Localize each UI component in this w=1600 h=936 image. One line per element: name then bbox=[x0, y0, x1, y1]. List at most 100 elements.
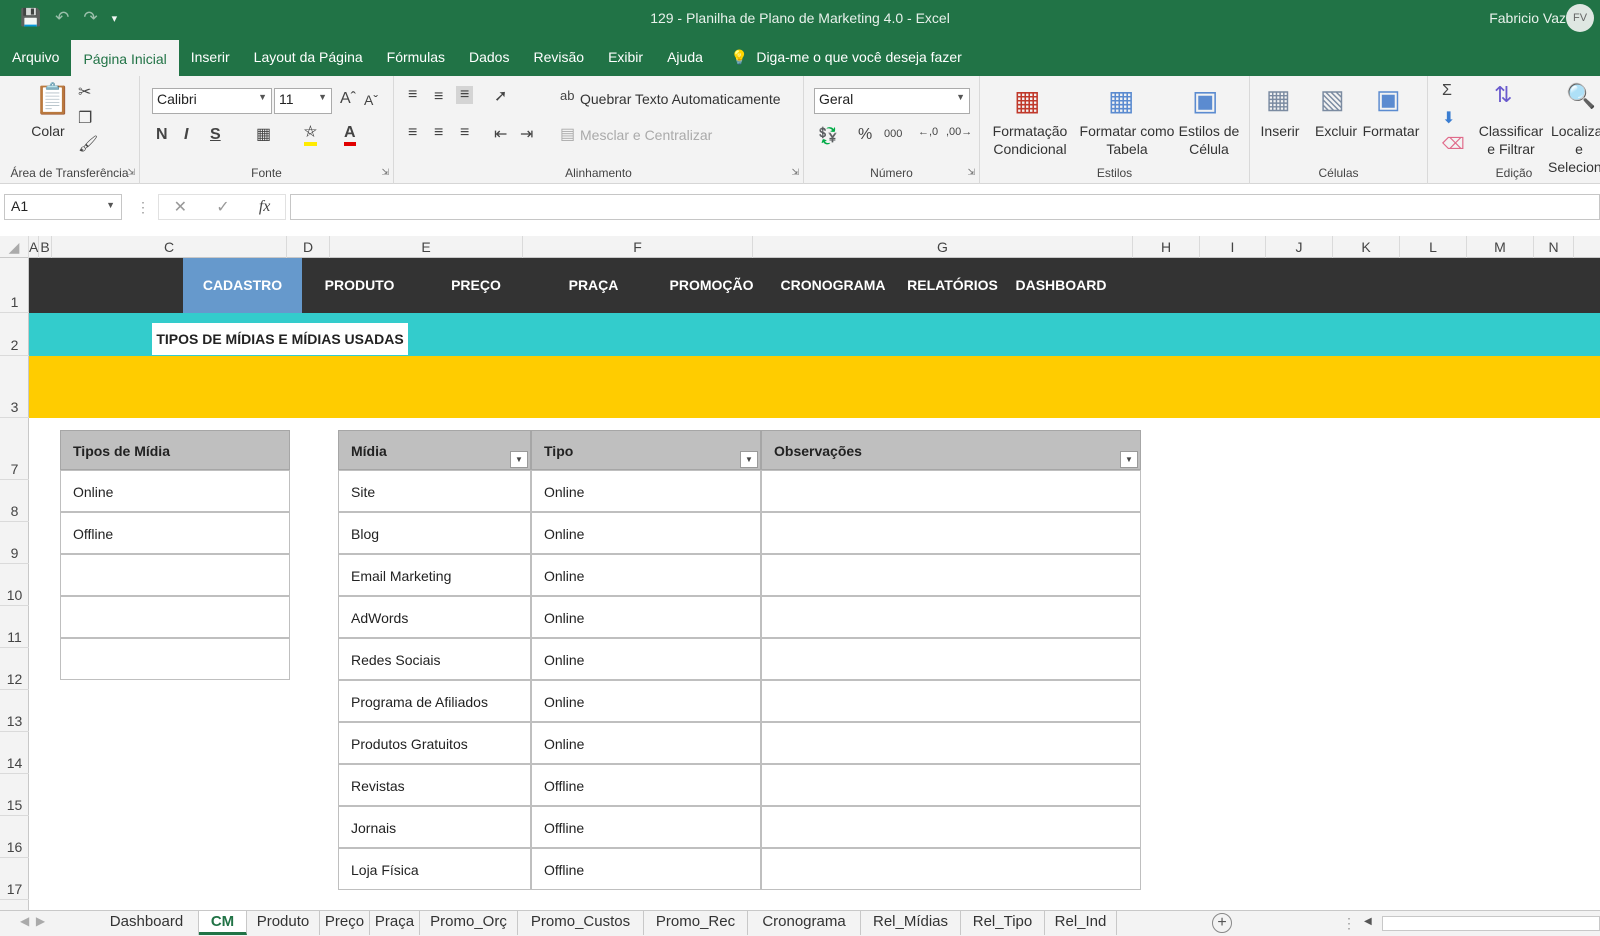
table-cell[interactable] bbox=[60, 638, 290, 680]
fill-icon[interactable]: ⬇ bbox=[1442, 108, 1455, 128]
ribbon-tab[interactable]: Layout da Página bbox=[242, 38, 375, 76]
sheet-tab[interactable]: CM bbox=[199, 911, 247, 935]
sheet-tab[interactable]: Rel_Mídias bbox=[861, 911, 961, 935]
column-header[interactable]: A bbox=[29, 236, 39, 258]
add-sheet-icon[interactable]: + bbox=[1212, 913, 1232, 933]
delete-cells-icon[interactable]: ▧ bbox=[1320, 84, 1345, 115]
find-select-icon[interactable]: 🔍 bbox=[1566, 82, 1596, 111]
ribbon-tab[interactable]: Inserir bbox=[179, 38, 242, 76]
row-header[interactable]: 13 bbox=[0, 690, 29, 732]
enter-icon[interactable]: ✓ bbox=[216, 197, 229, 217]
row-header[interactable]: 10 bbox=[0, 564, 29, 606]
filter-dropdown-icon[interactable]: ▼ bbox=[740, 451, 758, 468]
column-header[interactable]: L bbox=[1400, 236, 1467, 258]
column-header[interactable]: H bbox=[1133, 236, 1200, 258]
nav-item[interactable]: DASHBOARD bbox=[1010, 258, 1112, 313]
table-cell[interactable] bbox=[761, 806, 1141, 848]
table-cell[interactable]: Site bbox=[338, 470, 531, 512]
column-header[interactable]: I bbox=[1200, 236, 1266, 258]
ribbon-tab[interactable]: Exibir bbox=[596, 38, 655, 76]
table-cell[interactable]: Email Marketing bbox=[338, 554, 531, 596]
table-cell[interactable] bbox=[761, 722, 1141, 764]
wrap-text-button[interactable]: Quebrar Texto Automaticamente bbox=[580, 90, 781, 108]
column-header[interactable]: F bbox=[523, 236, 753, 258]
table-cell[interactable]: Online bbox=[531, 638, 761, 680]
increase-decimal-icon[interactable]: ←,0 bbox=[918, 126, 938, 138]
table-cell[interactable]: Online bbox=[531, 512, 761, 554]
nav-item[interactable]: PROMOÇÃO bbox=[652, 258, 771, 313]
table-cell[interactable] bbox=[761, 512, 1141, 554]
underline-button[interactable]: S bbox=[210, 126, 221, 144]
autosum-icon[interactable]: Σ bbox=[1442, 82, 1452, 100]
dialog-launcher-icon[interactable]: ⇲ bbox=[127, 167, 135, 178]
table-cell[interactable]: Offline bbox=[531, 806, 761, 848]
sheet-tab[interactable]: Cronograma bbox=[748, 911, 861, 935]
sort-filter-button[interactable]: Classificar e Filtrar bbox=[1476, 122, 1546, 158]
table-cell[interactable] bbox=[761, 638, 1141, 680]
filter-dropdown-icon[interactable]: ▼ bbox=[510, 451, 528, 468]
sheet-tab[interactable]: Produto bbox=[247, 911, 320, 935]
column-header[interactable]: E bbox=[330, 236, 523, 258]
row-header[interactable]: 8 bbox=[0, 480, 29, 522]
font-size-select[interactable]: 11 ▼ bbox=[274, 88, 332, 114]
tab-splitter-icon[interactable]: ⋮ bbox=[1342, 915, 1356, 932]
sheet-tab[interactable]: Preço bbox=[320, 911, 370, 935]
row-header[interactable]: 14 bbox=[0, 732, 29, 774]
table-cell[interactable]: Loja Física bbox=[338, 848, 531, 890]
format-cells-icon[interactable]: ▣ bbox=[1376, 84, 1401, 115]
nav-item[interactable]: PRODUTO bbox=[302, 258, 417, 313]
nav-item[interactable]: CADASTRO bbox=[183, 258, 302, 313]
row-header[interactable]: 17 bbox=[0, 858, 29, 900]
conditional-formatting-button[interactable]: Formatação Condicional bbox=[982, 122, 1078, 158]
tell-me-search[interactable]: 💡 Diga-me o que você deseja fazer bbox=[715, 38, 962, 76]
increase-indent-icon[interactable]: ⇥ bbox=[520, 124, 533, 144]
ribbon-tab[interactable]: Fórmulas bbox=[375, 38, 457, 76]
row-header[interactable]: 16 bbox=[0, 816, 29, 858]
sheet-tab[interactable]: Promo_Orç bbox=[420, 911, 518, 935]
percent-button[interactable]: % bbox=[858, 126, 872, 144]
align-top-icon[interactable]: ≡ bbox=[408, 86, 417, 104]
font-name-select[interactable]: Calibri ▼ bbox=[152, 88, 272, 114]
table-cell[interactable]: Online bbox=[531, 722, 761, 764]
avatar[interactable]: FV bbox=[1566, 4, 1594, 32]
ribbon-tab[interactable]: Página Inicial bbox=[71, 40, 179, 76]
ribbon-tab[interactable]: Ajuda bbox=[655, 38, 715, 76]
ribbon-tab[interactable]: Dados bbox=[457, 38, 521, 76]
cancel-icon[interactable]: ✕ bbox=[174, 197, 187, 217]
orientation-icon[interactable]: ➚ bbox=[494, 86, 507, 106]
delete-cells-button[interactable]: Excluir bbox=[1308, 122, 1364, 140]
scroll-left-icon[interactable]: ◀ bbox=[1364, 916, 1372, 927]
sheet-tab[interactable]: Promo_Rec bbox=[644, 911, 748, 935]
cut-icon[interactable]: ✂ bbox=[78, 82, 91, 102]
merge-center-icon[interactable]: ▤ bbox=[560, 124, 575, 144]
table-cell[interactable] bbox=[761, 596, 1141, 638]
nav-item[interactable]: PRAÇA bbox=[535, 258, 652, 313]
select-all-corner[interactable]: ◢ bbox=[0, 236, 29, 258]
row-header[interactable]: 2 bbox=[0, 313, 29, 356]
paste-button[interactable]: Colar bbox=[22, 122, 74, 140]
align-left-icon[interactable]: ≡ bbox=[408, 124, 417, 142]
row-header[interactable]: 3 bbox=[0, 356, 29, 418]
table-cell[interactable] bbox=[761, 554, 1141, 596]
column-header[interactable]: N bbox=[1534, 236, 1574, 258]
ribbon-tab[interactable]: Revisão bbox=[521, 38, 596, 76]
column-header[interactable]: M bbox=[1467, 236, 1534, 258]
column-header[interactable]: B bbox=[39, 236, 52, 258]
table-cell[interactable]: Redes Sociais bbox=[338, 638, 531, 680]
table-cell[interactable] bbox=[761, 470, 1141, 512]
dialog-launcher-icon[interactable]: ⇲ bbox=[381, 167, 389, 178]
cell-styles-icon[interactable]: ▣ bbox=[1192, 84, 1218, 117]
nav-item[interactable]: PREÇO bbox=[417, 258, 535, 313]
format-painter-icon[interactable]: 🖌 bbox=[78, 134, 98, 154]
column-header[interactable]: G bbox=[753, 236, 1133, 258]
column-header[interactable]: C bbox=[52, 236, 287, 258]
name-box[interactable]: A1 ▼ bbox=[4, 194, 122, 220]
table-cell[interactable] bbox=[761, 848, 1141, 890]
insert-function-button[interactable]: fx bbox=[259, 198, 271, 216]
table-cell[interactable]: Online bbox=[60, 470, 290, 512]
copy-icon[interactable]: ❐ bbox=[78, 108, 92, 128]
sort-filter-icon[interactable]: ⇅ bbox=[1494, 82, 1512, 108]
sheet-tab[interactable]: Rel_Ind bbox=[1045, 911, 1117, 935]
dialog-launcher-icon[interactable]: ⇲ bbox=[791, 167, 799, 178]
user-name[interactable]: Fabricio Vaz bbox=[1489, 10, 1566, 26]
